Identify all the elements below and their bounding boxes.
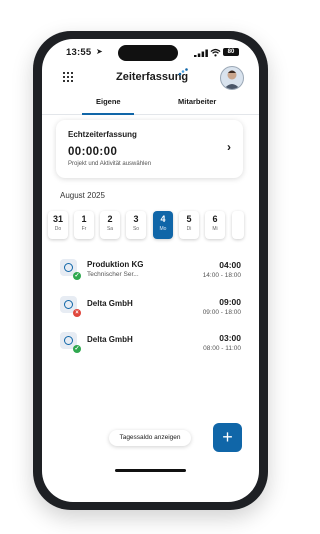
day-weekday: Di [186, 226, 192, 232]
tab-bar: Eigene Mitarbeiter [42, 94, 259, 115]
day-number: 4 [160, 214, 166, 224]
tab-eigene[interactable]: Eigene [96, 97, 121, 106]
day-item[interactable]: 5 Di [179, 211, 199, 239]
wifi-icon [210, 48, 221, 57]
daily-balance-button[interactable]: Tagessaldo anzeigen [109, 430, 191, 446]
dynamic-island [118, 45, 178, 61]
day-weekday: Mo [159, 226, 167, 232]
month-label: August 2025 [60, 191, 105, 200]
home-indicator [115, 469, 186, 472]
entry-range: 08:00 - 11:00 [203, 345, 241, 352]
time-entry-row[interactable]: × Delta GmbH 09:00 09:00 - 18:00 [42, 292, 259, 322]
entry-duration: 04:00 [219, 260, 241, 270]
day-weekday: So [132, 226, 140, 232]
day-item-selected[interactable]: 4 Mo [153, 211, 173, 239]
chevron-right-icon: › [227, 140, 231, 154]
entry-range: 09:00 - 18:00 [202, 309, 241, 316]
time-entry-row[interactable]: ✓ Produktion KG Technischer Ser... 04:00… [42, 255, 259, 285]
avatar-person-icon [224, 70, 240, 89]
day-number: 3 [133, 214, 139, 224]
entry-duration: 09:00 [219, 297, 241, 307]
entry-duration: 03:00 [219, 333, 241, 343]
entry-range: 14:00 - 18:00 [202, 272, 241, 279]
user-avatar[interactable] [220, 66, 244, 90]
day-strip: 31 Do 1 Fr 2 Sa 3 So 4 Mo 5 Di 6 Mi [42, 211, 259, 239]
day-number: 6 [212, 214, 218, 224]
day-number: 5 [186, 214, 192, 224]
location-arrow-icon: ➤ [96, 47, 103, 56]
entry-name: Delta GmbH [87, 335, 133, 344]
day-weekday: Fr [81, 226, 87, 232]
day-weekday: Mi [212, 226, 218, 232]
status-bar: 13:55 ➤ 80 [42, 39, 259, 65]
battery-icon: 80 [223, 48, 239, 56]
cellular-signal-icon [194, 49, 208, 57]
app-header: Zeiterfassung [42, 65, 259, 91]
entry-name: Produktion KG [87, 260, 144, 269]
day-weekday: Do [54, 226, 62, 232]
add-entry-button[interactable]: + [213, 423, 242, 452]
day-item[interactable]: 2 Sa [100, 211, 120, 239]
entry-subtitle: Technischer Ser... [87, 271, 139, 278]
time-entry-row[interactable]: ✓ Delta GmbH 03:00 08:00 - 11:00 [42, 328, 259, 358]
day-number: 1 [81, 214, 87, 224]
status-time: 13:55 [66, 47, 92, 58]
active-tab-indicator [82, 113, 134, 115]
day-weekday: Sa [106, 226, 114, 232]
entry-name: Delta GmbH [87, 299, 133, 308]
realtime-timer: 00:00:00 [68, 146, 118, 158]
app-screen: 13:55 ➤ 80 Zeiterfassung Eigene Mitarbei… [42, 39, 259, 502]
day-number: 31 [52, 214, 63, 224]
day-item[interactable]: 3 So [126, 211, 146, 239]
day-item[interactable]: 1 Fr [74, 211, 94, 239]
tab-mitarbeiter[interactable]: Mitarbeiter [178, 97, 216, 106]
check-status-icon: ✓ [73, 345, 81, 353]
day-item-partial[interactable] [232, 211, 244, 239]
logo-dots-icon [178, 68, 188, 76]
day-item[interactable]: 31 Do [48, 211, 68, 239]
realtime-title: Echtzeiterfassung [68, 130, 137, 139]
error-status-icon: × [73, 309, 81, 317]
day-number: 2 [107, 214, 113, 224]
realtime-hint: Projekt und Aktivität auswählen [68, 161, 152, 167]
realtime-tracking-card[interactable]: Echtzeiterfassung 00:00:00 Projekt und A… [56, 120, 243, 178]
day-item[interactable]: 6 Mi [205, 211, 225, 239]
apps-grid-icon[interactable] [62, 71, 74, 83]
check-status-icon: ✓ [73, 272, 81, 280]
